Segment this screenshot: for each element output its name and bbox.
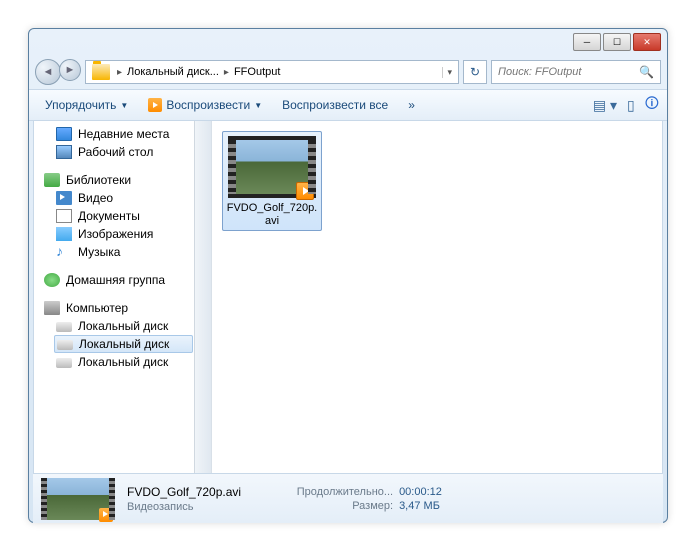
recent-icon xyxy=(56,127,72,141)
sidebar-item-video[interactable]: Видео xyxy=(34,189,211,207)
sidebar-item-disk1[interactable]: Локальный диск xyxy=(34,317,211,335)
close-button[interactable]: ✕ xyxy=(633,33,661,51)
breadcrumb-folder[interactable]: FFOutput xyxy=(232,66,282,78)
minimize-button[interactable]: ─ xyxy=(573,33,601,51)
play-overlay-icon xyxy=(99,508,113,522)
chevron-down-icon: ▼ xyxy=(120,101,128,110)
disk-icon xyxy=(57,340,73,350)
titlebar: ─ ☐ ✕ xyxy=(29,29,667,55)
toolbar-overflow[interactable]: » xyxy=(400,94,423,116)
details-thumbnail xyxy=(41,478,115,520)
video-thumbnail xyxy=(228,136,316,198)
duration-label: Продолжительно... xyxy=(273,486,393,498)
homegroup-icon xyxy=(44,273,60,287)
navigation-pane: Недавние места Рабочий стол Библиотеки В… xyxy=(34,121,212,473)
desktop-icon xyxy=(56,145,72,159)
sidebar-group-libraries[interactable]: Библиотеки xyxy=(34,171,211,189)
size-label: Размер: xyxy=(273,500,393,512)
file-name: FVDO_Golf_720p.avi xyxy=(225,202,319,228)
details-filename: FVDO_Golf_720p.avi xyxy=(127,485,241,499)
music-icon: ♪ xyxy=(56,245,72,259)
toolbar: Упорядочить ▼ Воспроизвести ▼ Воспроизве… xyxy=(29,89,667,121)
help-button[interactable]: 🛈 xyxy=(645,93,659,117)
sidebar-item-recent[interactable]: Недавние места xyxy=(34,125,211,143)
play-label: Воспроизвести xyxy=(166,98,250,112)
play-icon xyxy=(148,98,162,112)
play-all-label: Воспроизвести все xyxy=(282,98,388,112)
explorer-window: ─ ☐ ✕ ◄ ► ▸ Локальный диск... ▸ FFOutput… xyxy=(28,28,668,523)
forward-button[interactable]: ► xyxy=(59,59,81,81)
details-filetype: Видеозапись xyxy=(127,501,241,513)
search-icon[interactable]: 🔍 xyxy=(639,65,654,79)
address-dropdown[interactable]: ▾ xyxy=(442,67,456,78)
navigation-bar: ◄ ► ▸ Локальный диск... ▸ FFOutput ▾ ↻ 🔍 xyxy=(29,55,667,89)
play-overlay-icon xyxy=(296,182,314,200)
disk-icon xyxy=(56,358,72,368)
breadcrumb-disk[interactable]: Локальный диск... xyxy=(125,66,221,78)
video-icon xyxy=(56,191,72,205)
sidebar-group-homegroup[interactable]: Домашняя группа xyxy=(34,271,211,289)
file-list[interactable]: FVDO_Golf_720p.avi xyxy=(212,121,662,473)
view-options-button[interactable]: ▤ ▾ xyxy=(593,97,617,114)
chevron-right-icon[interactable]: ▸ xyxy=(114,67,125,78)
chevron-right-icon[interactable]: ▸ xyxy=(221,67,232,78)
sidebar-item-desktop[interactable]: Рабочий стол xyxy=(34,143,211,161)
document-icon xyxy=(56,209,72,223)
search-box[interactable]: 🔍 xyxy=(491,60,661,84)
size-value: 3,47 МБ xyxy=(399,500,440,512)
organize-label: Упорядочить xyxy=(45,98,116,112)
sidebar-item-music[interactable]: ♪Музыка xyxy=(34,243,211,261)
details-pane: FVDO_Golf_720p.avi Видеозапись Продолжит… xyxy=(33,473,663,523)
libraries-icon xyxy=(44,173,60,187)
search-input[interactable] xyxy=(498,66,628,78)
image-icon xyxy=(56,227,72,241)
sidebar-item-disk3[interactable]: Локальный диск xyxy=(34,353,211,371)
address-bar[interactable]: ▸ Локальный диск... ▸ FFOutput ▾ xyxy=(85,60,459,84)
refresh-button[interactable]: ↻ xyxy=(463,60,487,84)
file-item[interactable]: FVDO_Golf_720p.avi xyxy=(222,131,322,231)
organize-button[interactable]: Упорядочить ▼ xyxy=(37,94,136,116)
play-button[interactable]: Воспроизвести ▼ xyxy=(140,94,270,116)
sidebar-item-documents[interactable]: Документы xyxy=(34,207,211,225)
duration-value: 00:00:12 xyxy=(399,486,442,498)
back-button[interactable]: ◄ xyxy=(35,59,61,85)
preview-pane-button[interactable]: ▯ xyxy=(627,97,635,114)
maximize-button[interactable]: ☐ xyxy=(603,33,631,51)
computer-icon xyxy=(44,301,60,315)
sidebar-group-computer[interactable]: Компьютер xyxy=(34,299,211,317)
chevron-down-icon: ▼ xyxy=(254,101,262,110)
disk-icon xyxy=(56,322,72,332)
play-all-button[interactable]: Воспроизвести все xyxy=(274,94,396,116)
folder-icon xyxy=(92,64,110,80)
sidebar-item-images[interactable]: Изображения xyxy=(34,225,211,243)
sidebar-item-disk2[interactable]: Локальный диск xyxy=(54,335,193,353)
